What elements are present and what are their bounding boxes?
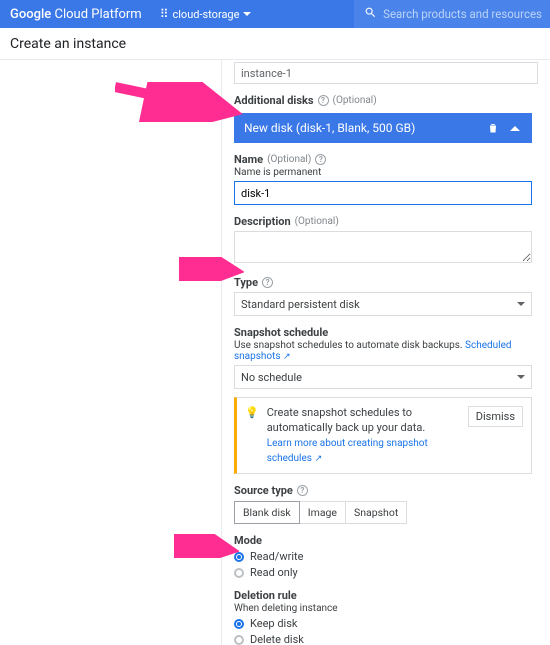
- source-blank-disk[interactable]: Blank disk: [234, 501, 300, 524]
- caret-down-icon: [243, 12, 251, 16]
- project-name: cloud-storage: [172, 8, 239, 21]
- snapshot-schedule-select[interactable]: No schedule: [234, 365, 532, 389]
- instance-name-input[interactable]: [234, 62, 538, 84]
- deletion-delete-radio[interactable]: Delete disk: [234, 633, 532, 645]
- mode-readonly-radio[interactable]: Read only: [234, 566, 532, 579]
- disk-section-header[interactable]: New disk (disk-1, Blank, 500 GB): [234, 113, 532, 143]
- disk-name-input[interactable]: [234, 181, 532, 205]
- help-icon[interactable]: ?: [318, 95, 329, 106]
- help-icon[interactable]: ?: [315, 154, 326, 165]
- disk-type-select[interactable]: Standard persistent disk: [234, 292, 532, 316]
- disk-header-title: New disk (disk-1, Blank, 500 GB): [244, 121, 415, 135]
- project-selector[interactable]: ⠿ cloud-storage: [160, 7, 252, 21]
- search-bar[interactable]: Search products and resources: [354, 0, 550, 28]
- caret-down-icon: [517, 375, 525, 379]
- optional-label: (Optional): [333, 95, 377, 106]
- deletion-label: Deletion rule: [234, 589, 297, 602]
- source-image[interactable]: Image: [300, 501, 346, 524]
- source-type-label: Source type: [234, 484, 293, 497]
- additional-disks-label: Additional disks: [234, 94, 314, 107]
- help-icon[interactable]: ?: [297, 485, 308, 496]
- lightbulb-icon: 💡: [245, 406, 259, 419]
- mode-readwrite-radio[interactable]: Read/write: [234, 550, 532, 563]
- annotation-arrow: [174, 534, 239, 558]
- page-title: Create an instance: [0, 28, 550, 60]
- collapse-icon[interactable]: [508, 121, 522, 135]
- name-hint: Name is permanent: [234, 167, 532, 178]
- snapshot-tip: 💡 Create snapshot schedules to automatic…: [234, 397, 532, 474]
- disk-description-input[interactable]: [234, 231, 532, 263]
- annotation-arrow: [179, 257, 244, 281]
- description-label: Description: [234, 215, 291, 228]
- external-link-icon: ↗: [283, 352, 291, 362]
- top-app-bar: Google Cloud Platform ⠿ cloud-storage Se…: [0, 0, 550, 28]
- delete-disk-icon[interactable]: [486, 121, 500, 135]
- dismiss-button[interactable]: Dismiss: [468, 406, 523, 427]
- project-icon: ⠿: [160, 7, 169, 21]
- external-link-icon: ↗: [315, 454, 323, 464]
- help-icon[interactable]: ?: [262, 277, 273, 288]
- main-panel: Additional disks ? (Optional) New disk (…: [222, 60, 550, 645]
- caret-down-icon: [517, 302, 525, 306]
- search-placeholder: Search products and resources: [383, 7, 542, 21]
- deletion-keep-radio[interactable]: Keep disk: [234, 617, 532, 630]
- name-label: Name: [234, 153, 263, 166]
- search-icon: [364, 6, 377, 23]
- annotation-arrow: [115, 82, 245, 122]
- learn-more-link[interactable]: Learn more about creating snapshot sched…: [267, 438, 428, 464]
- source-type-segmented: Blank disk Image Snapshot: [234, 501, 532, 524]
- snapshot-label: Snapshot schedule: [234, 326, 328, 339]
- brand-logo: Google Cloud Platform: [10, 7, 142, 22]
- source-snapshot[interactable]: Snapshot: [346, 501, 407, 524]
